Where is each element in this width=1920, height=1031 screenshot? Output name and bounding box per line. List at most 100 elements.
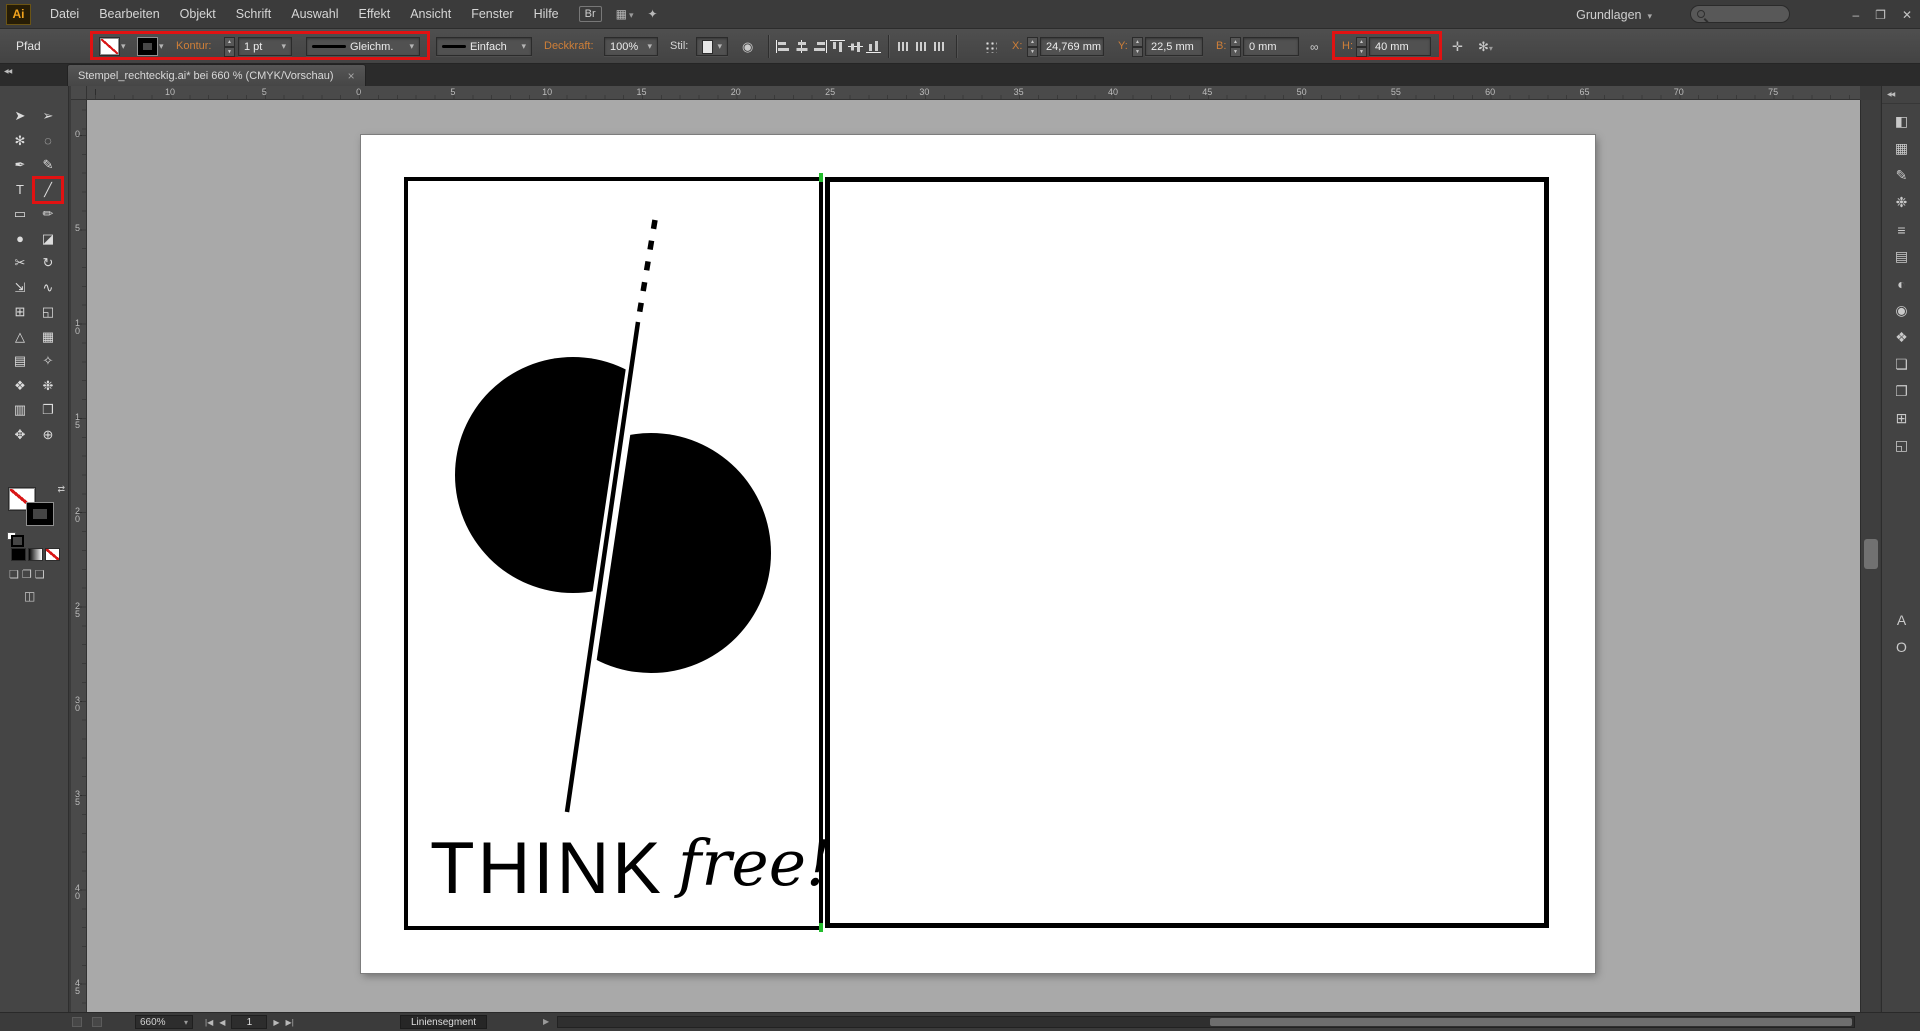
default-fill-stroke-icon[interactable] — [7, 532, 24, 547]
decrement-icon[interactable] — [1356, 47, 1367, 57]
width-tool[interactable]: ∿ — [34, 276, 62, 301]
stroke-panel-icon[interactable]: ≡ — [1882, 216, 1920, 243]
align-top-button[interactable] — [830, 40, 845, 53]
stroke-profile-select[interactable]: Gleichm. — [306, 37, 420, 56]
stroke-color-button[interactable] — [138, 37, 164, 56]
increment-icon[interactable] — [1132, 37, 1143, 47]
minimize-button[interactable]: – — [1852, 8, 1859, 22]
transparency-panel-icon[interactable]: ◐ — [1882, 270, 1920, 297]
artboards-panel-icon[interactable]: ❐ — [1882, 378, 1920, 405]
align-panel-icon[interactable]: ⊞ — [1882, 405, 1920, 432]
horizontal-scrollbar[interactable] — [557, 1016, 1855, 1028]
perspective-grid-tool[interactable]: △ — [6, 325, 34, 350]
maximize-button[interactable]: ❐ — [1875, 8, 1886, 22]
app-logo[interactable]: Ai — [6, 3, 31, 25]
lasso-tool[interactable]: ◌ — [34, 129, 62, 154]
screen-mode-button[interactable]: ◫ — [24, 589, 35, 603]
dock-collapse-icon[interactable]: ◀◀ — [1882, 86, 1920, 104]
x-stepper[interactable] — [1027, 37, 1038, 57]
selection-tool[interactable]: ➤ — [6, 104, 34, 129]
artboard-tool[interactable]: ❐ — [34, 398, 62, 423]
last-artboard-button[interactable]: ▶| — [286, 1018, 294, 1027]
previous-artboard-button[interactable]: ◀ — [219, 1018, 225, 1027]
free-transform-tool[interactable]: ⊞ — [6, 300, 34, 325]
align-bottom-button[interactable] — [866, 40, 881, 53]
increment-icon[interactable] — [1230, 37, 1241, 47]
layers-panel-icon[interactable]: ❏ — [1882, 351, 1920, 378]
draw-normal-button[interactable]: ❏ — [9, 568, 19, 581]
menu-objekt[interactable]: Objekt — [170, 0, 226, 29]
canvas[interactable]: THINK free! — [87, 100, 1860, 1012]
brush-definition-select[interactable]: Einfach — [436, 37, 532, 56]
type-tool[interactable]: T — [6, 178, 34, 203]
symbol-sprayer-tool[interactable]: ❉ — [34, 374, 62, 399]
menu-bearbeiten[interactable]: Bearbeiten — [89, 0, 169, 29]
document-tab[interactable]: Stempel_rechteckig.ai* bei 660 % (CMYK/V… — [67, 64, 366, 86]
close-button[interactable]: ✕ — [1902, 8, 1912, 22]
magic-wand-tool[interactable]: ✻ — [6, 129, 34, 154]
fill-color-button[interactable] — [100, 37, 126, 56]
reference-point-selector[interactable] — [984, 40, 997, 53]
mesh-tool[interactable]: ▦ — [34, 325, 62, 350]
distribute-left-button[interactable] — [896, 40, 911, 53]
color-panel-icon[interactable]: ◧ — [1882, 108, 1920, 135]
tab-close-icon[interactable]: × — [348, 69, 355, 83]
stroke-weight-stepper[interactable] — [224, 37, 235, 57]
swatches-panel-icon[interactable]: ▦ — [1882, 135, 1920, 162]
eyedropper-tool[interactable]: ✧ — [34, 349, 62, 374]
menu-effekt[interactable]: Effekt — [348, 0, 400, 29]
status-arrow-icon[interactable]: ▶ — [543, 1013, 549, 1031]
status-button-1[interactable] — [72, 1017, 82, 1027]
height-stepper[interactable] — [1356, 37, 1367, 57]
select-similar-icon[interactable] — [1478, 29, 1493, 64]
width-stepper[interactable] — [1230, 37, 1241, 57]
decrement-icon[interactable] — [1027, 47, 1038, 57]
align-vertical-center-button[interactable] — [848, 40, 863, 53]
stamp-right-rectangle[interactable] — [825, 177, 1549, 928]
line-segment-tool[interactable]: ╱ — [32, 175, 64, 204]
paintbrush-tool[interactable]: ✎ — [34, 153, 62, 178]
zoom-level-select[interactable]: 660% — [135, 1015, 193, 1029]
stroke-swatch[interactable] — [27, 503, 53, 525]
stamp-left-rectangle[interactable]: THINK free! — [404, 177, 831, 930]
pencil-tool[interactable]: ✏ — [34, 202, 62, 227]
brushes-panel-icon[interactable]: ✎ — [1882, 162, 1920, 189]
menu-auswahl[interactable]: Auswahl — [281, 0, 348, 29]
decrement-icon[interactable] — [224, 47, 235, 57]
current-tool-indicator[interactable]: Liniensegment — [400, 1015, 488, 1029]
increment-icon[interactable] — [224, 37, 235, 47]
link-dimensions-icon[interactable] — [1310, 29, 1319, 64]
color-button[interactable] — [11, 548, 26, 561]
blend-tool[interactable]: ❖ — [6, 374, 34, 399]
y-stepper[interactable] — [1132, 37, 1143, 57]
menu-datei[interactable]: Datei — [40, 0, 89, 29]
transform-icon[interactable] — [1452, 29, 1463, 64]
first-artboard-button[interactable]: |◀ — [205, 1018, 213, 1027]
menu-hilfe[interactable]: Hilfe — [524, 0, 569, 29]
pathfinder-panel-icon[interactable]: ◱ — [1882, 432, 1920, 459]
vertical-scrollbar-thumb[interactable] — [1864, 539, 1878, 569]
rotate-tool[interactable]: ↻ — [34, 251, 62, 276]
pen-tool[interactable]: ✒ — [6, 153, 34, 178]
workspace-switcher[interactable]: Grundlagen — [1576, 0, 1652, 29]
graphic-style-select[interactable] — [696, 37, 728, 56]
gradient-tool[interactable]: ▤ — [6, 349, 34, 374]
decrement-icon[interactable] — [1230, 47, 1241, 57]
rectangle-tool[interactable]: ▭ — [6, 202, 34, 227]
cs-live-icon[interactable] — [648, 7, 658, 21]
column-graph-tool[interactable]: ▥ — [6, 398, 34, 423]
opentype-panel-icon[interactable]: O — [1882, 633, 1920, 660]
artboard[interactable]: THINK free! — [360, 134, 1596, 974]
bridge-button[interactable]: Br — [578, 6, 602, 22]
draw-behind-button[interactable]: ❐ — [22, 568, 32, 581]
distribute-center-button[interactable] — [914, 40, 929, 53]
arrange-documents-icon[interactable] — [616, 7, 634, 21]
appearance-panel-icon[interactable]: ◉ — [1882, 297, 1920, 324]
character-panel-icon[interactable]: A — [1882, 606, 1920, 633]
distribute-right-button[interactable] — [932, 40, 947, 53]
gradient-button[interactable] — [28, 548, 43, 561]
increment-icon[interactable] — [1027, 37, 1038, 47]
height-input[interactable]: 40 mm — [1369, 37, 1431, 56]
stroke-weight-select[interactable]: 1 pt — [238, 37, 292, 56]
shape-builder-tool[interactable]: ◱ — [34, 300, 62, 325]
